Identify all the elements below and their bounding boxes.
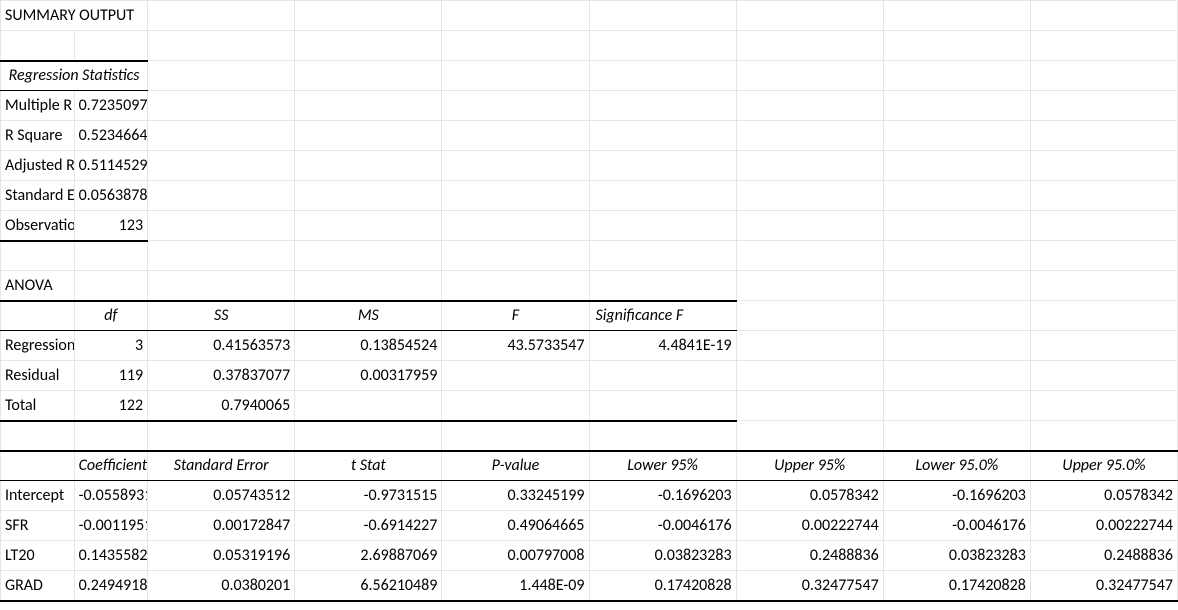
coef-grad-label: GRAD xyxy=(1,571,75,601)
coef-lt20-label: LT20 xyxy=(1,541,75,571)
anova-residual-label: Residual xyxy=(1,361,75,391)
coef-header-tstat: t Stat xyxy=(295,451,442,481)
anova-regression-sigf: 4.4841E-19 xyxy=(589,331,736,361)
coef-header-up95b: Upper 95.0% xyxy=(1030,451,1177,481)
coef-header-up95: Upper 95% xyxy=(736,451,883,481)
anova-total-f xyxy=(442,391,589,421)
coef-header-low95: Lower 95% xyxy=(589,451,736,481)
coef-sfr-low95: -0.0046176 xyxy=(589,511,736,541)
r-square-value: 0.5234664 xyxy=(74,121,148,151)
anova-f-header: F xyxy=(442,301,589,331)
coef-lt20-se: 0.05319196 xyxy=(148,541,295,571)
coef-grad-low95b: 0.17420828 xyxy=(883,571,1030,601)
anova-residual-ms: 0.00317959 xyxy=(295,361,442,391)
anova-residual-sigf xyxy=(589,361,736,391)
coef-intercept-up95: 0.0578342 xyxy=(736,481,883,511)
coef-lt20-tstat: 2.69887069 xyxy=(295,541,442,571)
anova-regression-f: 43.5733547 xyxy=(442,331,589,361)
summary-title: SUMMARY OUTPUT xyxy=(1,1,148,31)
std-err-label: Standard Erro xyxy=(1,181,75,211)
anova-ms-header: MS xyxy=(295,301,442,331)
anova-regression-df: 3 xyxy=(74,331,148,361)
coef-lt20-up95: 0.2488836 xyxy=(736,541,883,571)
regression-output-table: SUMMARY OUTPUT Regression Statistics Mul… xyxy=(0,0,1178,602)
coef-sfr-up95: 0.00222744 xyxy=(736,511,883,541)
multiple-r-value: 0.72350978 xyxy=(74,91,148,121)
coef-grad-se: 0.0380201 xyxy=(148,571,295,601)
coef-header-low95b: Lower 95.0% xyxy=(883,451,1030,481)
coef-grad-low95: 0.17420828 xyxy=(589,571,736,601)
coef-sfr-pval: 0.49064665 xyxy=(442,511,589,541)
adj-r-sq-value: 0.51145295 xyxy=(74,151,148,181)
coef-lt20-pval: 0.00797008 xyxy=(442,541,589,571)
anova-residual-ss: 0.37837077 xyxy=(148,361,295,391)
anova-total-sigf xyxy=(589,391,736,421)
regstats-heading: Regression Statistics xyxy=(1,61,148,91)
coef-grad-tstat: 6.56210489 xyxy=(295,571,442,601)
obs-label: Observations xyxy=(1,211,75,241)
obs-value: 123 xyxy=(74,211,148,241)
anova-residual-df: 119 xyxy=(74,361,148,391)
anova-heading: ANOVA xyxy=(1,271,75,301)
coef-lt20-up95b: 0.2488836 xyxy=(1030,541,1177,571)
coef-lt20-low95b: 0.03823283 xyxy=(883,541,1030,571)
anova-total-label: Total xyxy=(1,391,75,421)
coef-intercept-up95b: 0.0578342 xyxy=(1030,481,1177,511)
anova-regression-ss: 0.41563573 xyxy=(148,331,295,361)
coef-sfr-up95b: 0.00222744 xyxy=(1030,511,1177,541)
coef-grad-up95: 0.32477547 xyxy=(736,571,883,601)
adj-r-sq-label: Adjusted R Squ xyxy=(1,151,75,181)
anova-residual-f xyxy=(442,361,589,391)
coef-lt20-low95: 0.03823283 xyxy=(589,541,736,571)
coef-intercept-coef: -0.0558931 xyxy=(74,481,148,511)
coef-header-se: Standard Error xyxy=(148,451,295,481)
coef-header-pval: P-value xyxy=(442,451,589,481)
coef-intercept-low95b: -0.1696203 xyxy=(883,481,1030,511)
coef-grad-pval: 1.448E-09 xyxy=(442,571,589,601)
anova-ss-header: SS xyxy=(148,301,295,331)
coef-sfr-coef: -0.0011951 xyxy=(74,511,148,541)
anova-total-df: 122 xyxy=(74,391,148,421)
coef-intercept-low95: -0.1696203 xyxy=(589,481,736,511)
anova-regression-ms: 0.13854524 xyxy=(295,331,442,361)
coef-sfr-tstat: -0.6914227 xyxy=(295,511,442,541)
multiple-r-label: Multiple R xyxy=(1,91,75,121)
coef-sfr-se: 0.00172847 xyxy=(148,511,295,541)
coef-sfr-low95b: -0.0046176 xyxy=(883,511,1030,541)
coef-lt20-coef: 0.14355821 xyxy=(74,541,148,571)
anova-total-ms xyxy=(295,391,442,421)
anova-sigf-header: Significance F xyxy=(589,301,736,331)
anova-regression-label: Regression xyxy=(1,331,75,361)
coef-intercept-se: 0.05743512 xyxy=(148,481,295,511)
coef-sfr-label: SFR xyxy=(1,511,75,541)
anova-total-ss: 0.7940065 xyxy=(148,391,295,421)
std-err-value: 0.05638782 xyxy=(74,181,148,211)
anova-df-header: df xyxy=(74,301,148,331)
coef-intercept-tstat: -0.9731515 xyxy=(295,481,442,511)
coef-grad-up95b: 0.32477547 xyxy=(1030,571,1177,601)
r-square-label: R Square xyxy=(1,121,75,151)
coef-header-coef: Coefficients xyxy=(74,451,148,481)
coef-intercept-pval: 0.33245199 xyxy=(442,481,589,511)
coef-grad-coef: 0.24949187 xyxy=(74,571,148,601)
coef-intercept-label: Intercept xyxy=(1,481,75,511)
